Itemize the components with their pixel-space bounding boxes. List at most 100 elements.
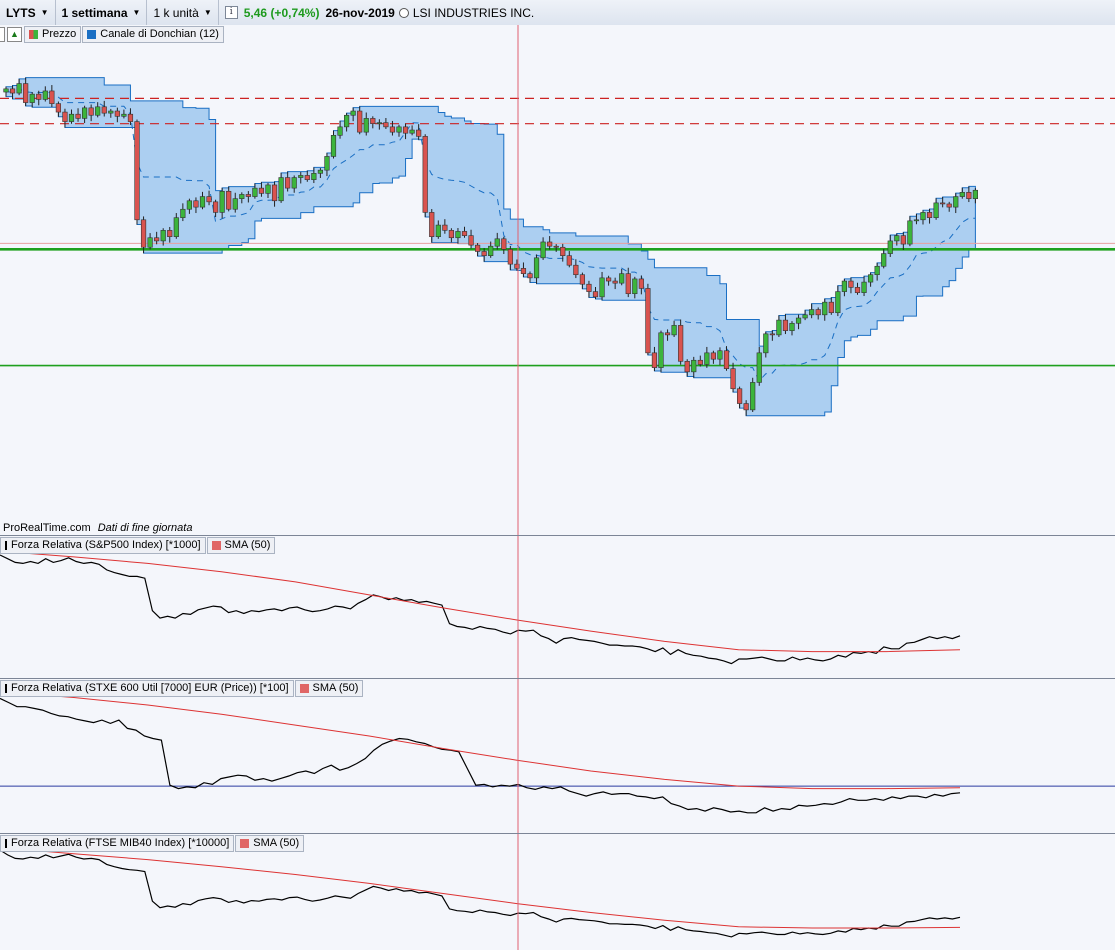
candle-body bbox=[507, 249, 513, 265]
legend-price[interactable]: Prezzo bbox=[24, 25, 82, 43]
candle-body bbox=[671, 325, 677, 336]
candle-body bbox=[402, 126, 409, 134]
chevron-down-icon: ▼ bbox=[132, 8, 141, 17]
candle-body bbox=[488, 245, 494, 256]
candle-body bbox=[206, 196, 212, 203]
candle-body bbox=[612, 280, 618, 284]
candle-body bbox=[881, 253, 887, 267]
candle-body bbox=[389, 126, 396, 133]
candle-body bbox=[795, 317, 802, 324]
candle-body bbox=[592, 291, 599, 298]
candle-body bbox=[940, 202, 946, 205]
candle-body bbox=[946, 203, 952, 208]
candle-body bbox=[298, 175, 304, 178]
candle-body bbox=[769, 333, 775, 336]
legend-rs1-sma[interactable]: SMA (50) bbox=[206, 536, 276, 554]
candle-body bbox=[782, 319, 789, 331]
candle-body bbox=[920, 212, 926, 221]
source-note: Dati di fine giornata bbox=[97, 522, 193, 534]
sma-swatch-icon bbox=[211, 540, 221, 550]
period-label: 1 settimana bbox=[61, 5, 128, 20]
candle-body bbox=[822, 301, 828, 316]
candle-body bbox=[520, 268, 527, 274]
legend-donchian-label: Canale di Donchian (12) bbox=[100, 28, 219, 40]
candle-body bbox=[317, 169, 324, 174]
chart-canvas[interactable] bbox=[0, 25, 1115, 950]
candle-body bbox=[835, 291, 841, 314]
candle-body bbox=[553, 245, 559, 248]
candle-body bbox=[953, 196, 959, 208]
candle-body bbox=[265, 184, 271, 194]
candle-body bbox=[867, 274, 874, 283]
candle-body bbox=[455, 231, 461, 239]
candle-body bbox=[900, 235, 906, 245]
candle-body bbox=[907, 220, 913, 245]
candle-body bbox=[776, 319, 782, 336]
candle-body bbox=[743, 403, 749, 411]
candle-body bbox=[193, 200, 199, 208]
legend-rs3-sma[interactable]: SMA (50) bbox=[235, 834, 305, 852]
candle-body bbox=[573, 264, 579, 276]
radio-icon[interactable] bbox=[398, 7, 409, 18]
candle-body bbox=[239, 194, 245, 199]
candle-body bbox=[258, 187, 265, 194]
candle-body bbox=[527, 273, 533, 279]
candle-body bbox=[730, 368, 736, 390]
arrow-up-icon[interactable]: ▲ bbox=[7, 26, 22, 42]
units-selector[interactable]: 1 k unità ▼ bbox=[147, 0, 219, 25]
candle-body bbox=[337, 126, 343, 136]
candle-body bbox=[678, 325, 684, 362]
price-swatch-icon bbox=[29, 29, 38, 39]
candle-body bbox=[501, 238, 507, 250]
candle-body bbox=[3, 88, 9, 93]
candle-body bbox=[383, 122, 389, 128]
collapse-icon[interactable] bbox=[0, 26, 5, 42]
legend-price-label: Prezzo bbox=[42, 28, 77, 40]
candle-body bbox=[442, 224, 448, 231]
candle-body bbox=[547, 241, 553, 247]
quote-date: 26-nov-2019 bbox=[325, 5, 395, 20]
candle-body bbox=[127, 113, 134, 122]
candle-body bbox=[422, 136, 428, 213]
candle-body bbox=[474, 244, 481, 252]
candle-body bbox=[691, 359, 697, 373]
candle-body bbox=[154, 237, 160, 242]
rs2-panel-bg bbox=[0, 679, 1115, 833]
candle-body bbox=[894, 235, 900, 242]
candle-body bbox=[789, 322, 795, 331]
candle-body bbox=[213, 201, 219, 213]
legend-rs1-sma-label: SMA (50) bbox=[224, 539, 271, 551]
legend-rs3[interactable]: Forza Relativa (FTSE MIB40 Index) [*1000… bbox=[0, 834, 235, 852]
info-icon[interactable]: i bbox=[224, 6, 238, 19]
candle-body bbox=[357, 110, 363, 133]
legend-rs3-label: Forza Relativa (FTSE MIB40 Index) [*1000… bbox=[11, 837, 230, 849]
source-site: ProRealTime.com bbox=[3, 522, 91, 534]
candle-body bbox=[494, 238, 500, 247]
candle-body bbox=[36, 93, 42, 100]
candle-body bbox=[861, 281, 867, 293]
period-selector[interactable]: 1 settimana ▼ bbox=[56, 0, 148, 25]
candle-body bbox=[62, 111, 68, 122]
donchian-swatch-icon bbox=[87, 29, 97, 39]
legend-rs2-sma[interactable]: SMA (50) bbox=[294, 679, 364, 697]
candle-body bbox=[186, 200, 193, 210]
candle-body bbox=[533, 257, 540, 279]
candle-body bbox=[848, 280, 854, 288]
candle-body bbox=[736, 388, 743, 404]
candle-body bbox=[226, 190, 232, 210]
candle-body bbox=[108, 110, 114, 114]
candle-body bbox=[809, 309, 815, 316]
legend-rs2-sma-label: SMA (50) bbox=[312, 682, 359, 694]
candle-body bbox=[632, 278, 638, 295]
rs-panel-sp500 bbox=[0, 536, 1115, 678]
symbol-selector[interactable]: LYTS ▼ bbox=[0, 0, 56, 25]
legend-rs2[interactable]: Forza Relativa (STXE 600 Util [7000] EUR… bbox=[0, 679, 294, 697]
legend-donchian[interactable]: Canale di Donchian (12) bbox=[82, 25, 224, 43]
candle-body bbox=[16, 83, 22, 94]
candle-body bbox=[461, 231, 468, 236]
candle-body bbox=[966, 192, 972, 199]
candle-body bbox=[232, 198, 238, 210]
candle-body bbox=[114, 110, 120, 117]
legend-rs1[interactable]: Forza Relativa (S&P500 Index) [*1000] bbox=[0, 536, 206, 554]
candle-body bbox=[160, 230, 166, 242]
